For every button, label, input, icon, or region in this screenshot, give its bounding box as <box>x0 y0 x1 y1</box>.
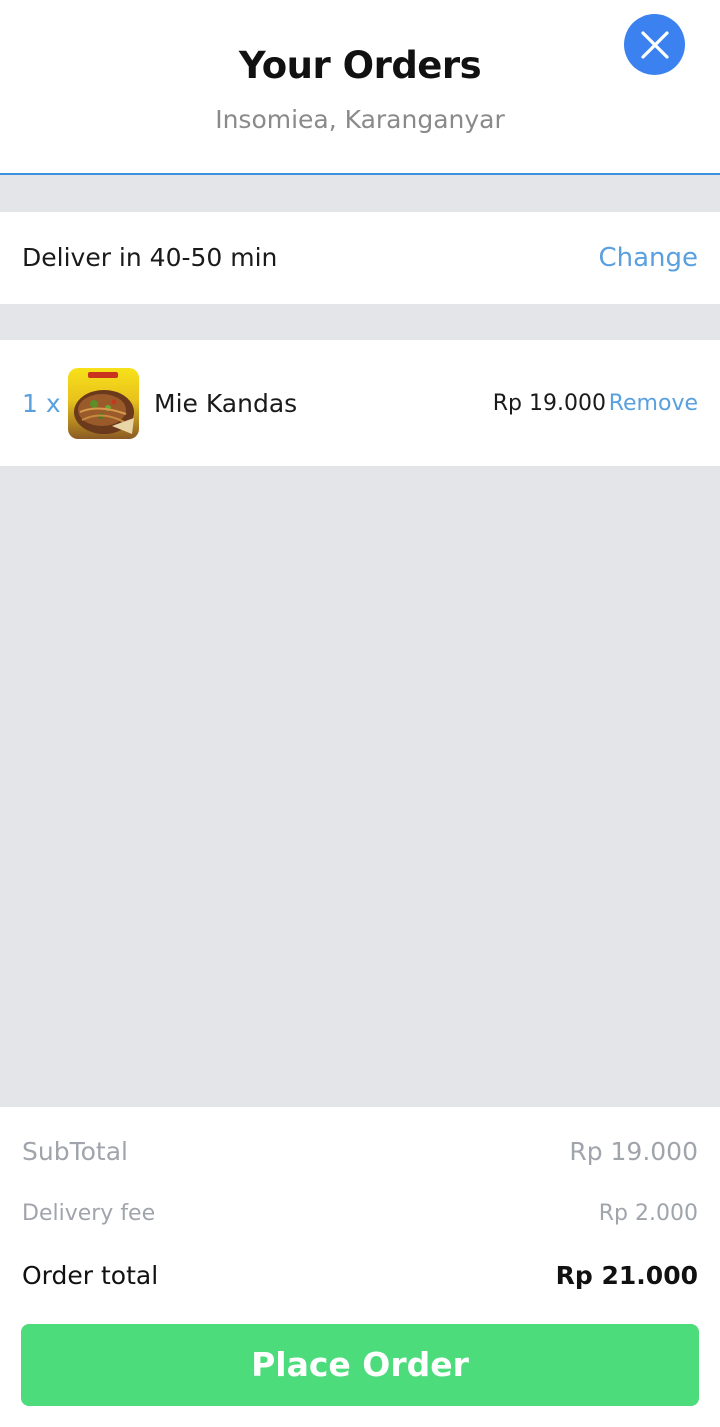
delivery-fee-value: Rp 2.000 <box>598 1201 698 1226</box>
place-order-button[interactable]: Place Order <box>21 1324 699 1406</box>
delivery-fee-label: Delivery fee <box>22 1201 156 1226</box>
subtotal-value: Rp 19.000 <box>569 1137 698 1166</box>
item-name: Mie Kandas <box>154 389 298 418</box>
order-total-value: Rp 21.000 <box>555 1261 698 1290</box>
subtotal-row: SubTotal Rp 19.000 <box>22 1137 698 1166</box>
item-price: Rp 19.000 <box>492 391 606 416</box>
delivery-fee-row: Delivery fee Rp 2.000 <box>22 1201 698 1226</box>
item-quantity: 1 x <box>22 389 61 418</box>
subtotal-label: SubTotal <box>22 1137 128 1166</box>
close-icon <box>640 30 669 59</box>
remove-item-button[interactable]: Remove <box>609 340 698 468</box>
order-total-label: Order total <box>22 1261 159 1290</box>
list-item: 1 x Mie Kandas Rp 19.000 Remove <box>0 340 720 466</box>
item-thumbnail <box>68 368 139 439</box>
delivery-time-label: Deliver in 40-50 min <box>22 243 278 272</box>
orders-header: Your Orders Insomiea, Karanganyar <box>0 0 720 175</box>
change-delivery-button[interactable]: Change <box>598 212 698 304</box>
close-button[interactable] <box>624 14 685 75</box>
delivery-time-row: Deliver in 40-50 min Change <box>0 212 720 304</box>
page-title: Your Orders <box>238 44 482 87</box>
restaurant-location: Insomiea, Karanganyar <box>215 105 505 134</box>
order-total-row: Order total Rp 21.000 <box>22 1261 698 1290</box>
